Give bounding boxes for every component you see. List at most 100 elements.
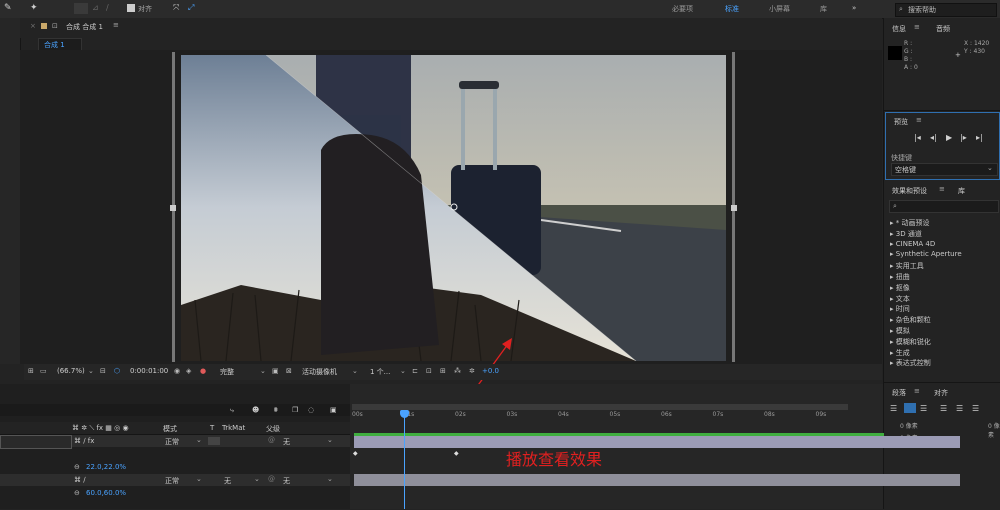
indent-left-value[interactable]: 0 像素	[900, 421, 918, 430]
align-left-icon[interactable]: ☰	[890, 404, 897, 413]
effects-category-item[interactable]: ▸ 扭曲	[890, 272, 910, 282]
exposure-value[interactable]: +0.0	[482, 367, 499, 375]
panel-menu-icon[interactable]: ≡	[113, 21, 119, 29]
keyframe-icon[interactable]: ◆	[353, 450, 358, 457]
effects-category-item[interactable]: ▸ 实用工具	[890, 261, 924, 271]
pen-tool-icon[interactable]: ✎	[4, 3, 12, 13]
effects-category-item[interactable]: ▸ 文本	[890, 294, 910, 304]
monitor-icon[interactable]: ▭	[40, 367, 47, 375]
layer-1-mode[interactable]: 正常	[165, 437, 179, 447]
brainstorm-icon[interactable]: ▣	[330, 406, 337, 414]
workspace-standard[interactable]: 标准	[725, 4, 739, 14]
layer-row-1[interactable]: ⌘ ∕ fx 正常 ⌄ @ 无 ⌄	[0, 435, 350, 449]
workspace-library[interactable]: 库	[820, 4, 827, 14]
close-icon[interactable]: ×	[30, 22, 36, 30]
fast-preview-icon[interactable]: ⊡	[426, 367, 432, 375]
brush-icon[interactable]: ∕	[106, 3, 109, 12]
show-snapshot-icon[interactable]: ◈	[186, 367, 191, 375]
views-dropdown[interactable]: 1 个...	[370, 367, 390, 377]
effects-category-item[interactable]: ▸ 3D 通道	[890, 229, 922, 239]
layer-2-mode[interactable]: 正常	[165, 476, 179, 486]
layer-2-scale[interactable]: 60.0,60.0%	[86, 489, 126, 497]
tab-align[interactable]: 对齐	[934, 388, 948, 398]
indent-right-value[interactable]: 0 像素	[988, 421, 1000, 439]
effects-category-item[interactable]: ▸ * 动画预设	[890, 218, 929, 228]
timecode-display[interactable]: 0:00:01:00	[130, 367, 168, 375]
shy-icon[interactable]: ☻	[252, 406, 259, 414]
effects-category-item[interactable]: ▸ Synthetic Aperture	[890, 250, 962, 258]
tab-library[interactable]: 库	[958, 186, 965, 196]
search-help-field[interactable]: ⌕ 搜索帮助	[895, 3, 997, 17]
layer-1-scale[interactable]: 22.0,22.0%	[86, 463, 126, 471]
keyframe-icon[interactable]: ◆	[454, 450, 459, 457]
zoom-dropdown[interactable]: (66.7%)	[57, 367, 85, 375]
tab-info[interactable]: 信息	[892, 24, 906, 34]
layer-handle-left[interactable]	[170, 205, 176, 211]
lock-icon[interactable]: ⊡	[52, 22, 58, 30]
effects-category-item[interactable]: ▸ CINEMA 4D	[890, 240, 935, 248]
pin-tool-icon[interactable]: ✦	[30, 3, 38, 13]
layer-row-2[interactable]: ⌘ ∕ 正常 ⌄ 无 ⌄ @ 无 ⌄	[0, 474, 350, 486]
roi-icon[interactable]: ▣	[272, 367, 279, 375]
panel-menu-icon[interactable]: ≡	[939, 185, 945, 193]
align-center-button[interactable]	[904, 403, 916, 413]
pickwhip-icon[interactable]: @	[268, 475, 275, 483]
layer-1-trkmat-box[interactable]	[208, 437, 220, 445]
effects-search-input[interactable]: ⌕	[889, 200, 999, 213]
expand-icon[interactable]: ⤢	[188, 3, 194, 13]
layer-1-name[interactable]	[0, 435, 72, 449]
wand-icon[interactable]: ⤧	[173, 3, 179, 13]
link-icon[interactable]: ⊖	[74, 489, 80, 497]
panel-menu-icon[interactable]: ≡	[916, 116, 922, 124]
effects-category-item[interactable]: ▸ 模拟	[890, 326, 910, 336]
panel-menu-icon[interactable]: ≡	[914, 23, 920, 31]
last-frame-icon[interactable]: ▸|	[976, 133, 983, 142]
effects-category-item[interactable]: ▸ 生成	[890, 348, 910, 358]
layer-1-parent[interactable]: 无	[283, 437, 290, 447]
resolution-dropdown[interactable]: 完整	[220, 367, 234, 377]
effects-category-item[interactable]: ▸ 表达式控制	[890, 358, 931, 368]
mask-icon[interactable]: ⬡	[114, 367, 120, 375]
tab-effects[interactable]: 效果和预设	[892, 186, 927, 196]
grid-icon[interactable]: ⊟	[100, 367, 106, 375]
justify-left-icon[interactable]: ☰	[940, 404, 947, 413]
motion-blur-icon[interactable]: ❐	[292, 406, 298, 414]
graph-editor-icon[interactable]: ◌	[308, 406, 314, 414]
layer-1-bar[interactable]	[354, 436, 960, 448]
effects-category-item[interactable]: ▸ 时间	[890, 304, 910, 314]
workspace-essentials[interactable]: 必要项	[672, 4, 693, 14]
prev-frame-icon[interactable]: ◂|	[930, 133, 937, 142]
snap-checkbox[interactable]	[127, 4, 135, 12]
shortcut-dropdown[interactable]: 空格键 ⌄	[891, 163, 998, 176]
layer-2-switches[interactable]: ⌘ ∕	[74, 476, 86, 484]
effects-category-item[interactable]: ▸ 抠像	[890, 283, 910, 293]
snapshot-icon[interactable]: ◉	[174, 367, 180, 375]
panel-menu-icon[interactable]: ≡	[914, 387, 920, 395]
fill-swatch[interactable]	[74, 3, 88, 14]
frame-blend-icon[interactable]: ⩩	[274, 406, 278, 415]
tab-audio[interactable]: 音频	[936, 24, 950, 34]
toggle-pixel-icon[interactable]: ⊏	[412, 367, 418, 375]
work-area-bar[interactable]	[352, 404, 848, 410]
layer-2-bar[interactable]	[354, 474, 960, 486]
link-icon[interactable]: ⊖	[74, 463, 80, 471]
always-preview-icon[interactable]: ⊞	[28, 367, 34, 375]
timeline-icon[interactable]: ⊞	[440, 367, 446, 375]
first-frame-icon[interactable]: |◂	[914, 133, 921, 142]
playhead-line[interactable]	[404, 410, 405, 509]
stroke-icon[interactable]: ⊿	[92, 3, 99, 12]
effects-category-item[interactable]: ▸ 模糊和锐化	[890, 337, 931, 347]
effects-category-item[interactable]: ▸ 杂色和颗粒	[890, 315, 931, 325]
justify-center-icon[interactable]: ☰	[956, 404, 963, 413]
pickwhip-icon[interactable]: @	[268, 436, 275, 444]
comp-flowchart-icon[interactable]: ⤷	[230, 406, 234, 415]
flowchart-icon[interactable]: ⁂	[454, 367, 461, 375]
camera-dropdown[interactable]: 活动摄像机	[302, 367, 337, 377]
layer-2-parent[interactable]: 无	[283, 476, 290, 486]
play-icon[interactable]: ▶	[946, 133, 952, 142]
layer-1-switches[interactable]: ⌘ ∕ fx	[74, 437, 94, 445]
align-right-icon[interactable]: ☰	[920, 404, 927, 413]
justify-right-icon[interactable]: ☰	[972, 404, 979, 413]
color-channel-icon[interactable]: ●	[200, 367, 206, 375]
layer-2-trkmat[interactable]: 无	[224, 476, 231, 486]
